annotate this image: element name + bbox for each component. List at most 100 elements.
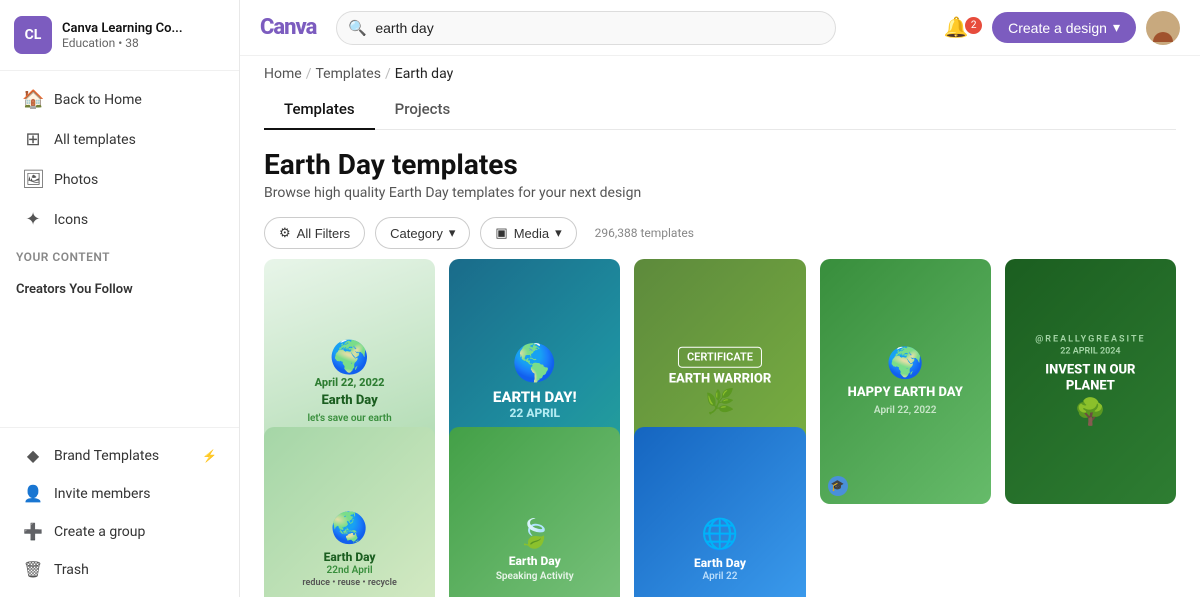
filter-category[interactable]: Category ▾ — [375, 217, 470, 249]
globe-icon: 🌍 — [281, 338, 419, 376]
home-icon: 🏠 — [22, 89, 44, 110]
breadcrumb: Home / Templates / Earth day — [240, 56, 1200, 82]
card-title: Happy Earth Day ... — [830, 469, 981, 483]
template-card[interactable]: 🌏 Earth Day 22nd April reduce • reuse • … — [264, 427, 435, 597]
sidebar-item-label: Photos — [54, 172, 98, 188]
template-card[interactable]: 🌍 HAPPY EARTH DAY April 22, 2022 🎓 Happy… — [820, 259, 991, 504]
filter-bar: ⚙ All Filters Category ▾ ▣ Media ▾ 296,3… — [240, 205, 1200, 259]
invite-icon: 👤 — [22, 484, 44, 503]
brand-icon: ◆ — [22, 446, 44, 465]
tab-projects[interactable]: Projects — [375, 90, 471, 130]
sidebar-nav: 🏠 Back to Home ⊞ All templates 🖼 Photos … — [0, 71, 239, 427]
chevron-down-icon: ▾ — [555, 225, 562, 241]
filter-label: All Filters — [297, 226, 350, 241]
topbar: Canva 🔍 🔔 2 Create a design ▾ — [240, 0, 1200, 56]
sidebar-profile[interactable]: CL Canva Learning Co... Education • 38 — [0, 0, 239, 71]
main-area: Canva 🔍 🔔 2 Create a design ▾ — [240, 0, 1200, 597]
org-name: Canva Learning Co... — [62, 21, 225, 36]
chevron-down-icon: ▾ — [1113, 19, 1120, 36]
filter-media-icon: ▣ — [495, 225, 507, 241]
sidebar-bottom: ◆ Brand Templates ⚡ 👤 Invite members ➕ C… — [0, 427, 239, 597]
sidebar-item-label: All templates — [54, 132, 136, 148]
chevron-down-icon: ▾ — [449, 225, 456, 241]
template-grid: 🌍 April 22, 2022 Earth Day let's save ou… — [240, 259, 1200, 597]
card-inner: 🌍 HAPPY EARTH DAY April 22, 2022 — [828, 338, 982, 424]
card-inner: 🌎 EARTH DAY! 22 APRIL — [458, 334, 612, 428]
sidebar-item-label: Back to Home — [54, 92, 142, 108]
card-inner: 🌍 April 22, 2022 Earth Day let's save ou… — [273, 330, 427, 432]
template-card[interactable]: 🍃 Earth Day Speaking Activity 🎓 Earth Da… — [449, 427, 620, 597]
creators-follow-label: Creators You Follow — [0, 268, 239, 301]
your-content-label: Your Content — [0, 240, 239, 268]
sidebar-item-back-home[interactable]: 🏠 Back to Home — [6, 80, 233, 119]
page-title: Earth Day templates — [264, 148, 1176, 181]
sidebar-item-label: Icons — [54, 212, 88, 228]
globe-icon: 🌏 — [281, 511, 419, 546]
template-card[interactable]: @REALLYGREASITE 22 APRIL 2024 INVEST IN … — [1005, 259, 1176, 504]
sidebar-item-label: Invite members — [54, 486, 150, 502]
sidebar-item-label: Trash — [54, 562, 89, 578]
search-bar: 🔍 — [336, 11, 836, 45]
card-inner: 🍃 Earth Day Speaking Activity — [458, 509, 612, 589]
breadcrumb-templates[interactable]: Templates — [315, 66, 381, 82]
sidebar-item-create-group[interactable]: ➕ Create a group — [6, 513, 233, 550]
create-group-icon: ➕ — [22, 522, 44, 541]
app-logo: Canva — [260, 15, 316, 40]
breadcrumb-current: Earth day — [395, 66, 453, 82]
page-subtitle: Browse high quality Earth Day templates … — [264, 185, 1176, 201]
main-content: Home / Templates / Earth day Templates P… — [240, 56, 1200, 597]
grid-icon: ⊞ — [22, 129, 44, 150]
profile-info: Canva Learning Co... Education • 38 — [62, 21, 225, 50]
sidebar-item-invite-members[interactable]: 👤 Invite members — [6, 475, 233, 512]
section-tabs: Templates Projects — [264, 90, 1176, 130]
globe-icon: 🌍 — [836, 346, 974, 381]
trash-icon: 🗑 — [22, 560, 44, 579]
character-icon: 🌳 — [1021, 398, 1159, 428]
card-inner: 🌐 Earth Day April 22 — [643, 509, 797, 589]
photos-icon: 🖼 — [22, 169, 44, 190]
sidebar: CL Canva Learning Co... Education • 38 🏠… — [0, 0, 240, 597]
create-design-label: Create a design — [1008, 20, 1107, 36]
card-inner: @REALLYGREASITE 22 APRIL 2024 INVEST IN … — [1013, 327, 1167, 436]
card-subtitle: Instagram Post by In... — [1015, 483, 1166, 496]
notification-badge: 2 — [965, 17, 982, 34]
breadcrumb-sep-2: / — [385, 66, 391, 82]
card-inner: 🌏 Earth Day 22nd April reduce • reuse • … — [273, 503, 427, 595]
sidebar-item-trash[interactable]: 🗑 Trash — [6, 551, 233, 588]
globe-icon: 🌐 — [651, 517, 789, 552]
sidebar-item-all-templates[interactable]: ⊞ All templates — [6, 120, 233, 159]
sidebar-item-brand-templates[interactable]: ◆ Brand Templates ⚡ — [6, 437, 233, 474]
sidebar-item-icons[interactable]: ✦ Icons — [6, 200, 233, 239]
sidebar-item-label: Brand Templates — [54, 448, 159, 464]
tab-templates[interactable]: Templates — [264, 90, 375, 130]
page-heading: Earth Day templates Browse high quality … — [240, 130, 1200, 205]
card-title: Retro Vintage Ear... — [1015, 469, 1166, 483]
breadcrumb-sep-1: / — [306, 66, 312, 82]
search-icon: 🔍 — [348, 19, 367, 37]
icons-icon: ✦ — [22, 209, 44, 230]
card-image: 🍃 Earth Day Speaking Activity — [449, 427, 620, 597]
card-inner: CERTIFICATE EARTH WARRIOR 🌿 — [643, 339, 797, 424]
card-image: 🌏 Earth Day 22nd April reduce • reuse • … — [264, 427, 435, 597]
globe-icon: 🌿 — [651, 388, 789, 416]
leaf-icon: 🍃 — [466, 517, 604, 550]
topbar-right: 🔔 2 Create a design ▾ — [939, 11, 1180, 45]
filter-media-label: Media — [514, 226, 549, 241]
card-subtitle: Flyer by cozz_design — [830, 483, 981, 496]
filter-icon: ⚙ — [279, 225, 291, 241]
breadcrumb-home[interactable]: Home — [264, 66, 302, 82]
user-avatar[interactable] — [1146, 11, 1180, 45]
org-sub: Education • 38 — [62, 36, 225, 50]
sidebar-item-photos[interactable]: 🖼 Photos — [6, 160, 233, 199]
avatar: CL — [14, 16, 52, 54]
create-design-button[interactable]: Create a design ▾ — [992, 12, 1136, 43]
globe-icon: 🌎 — [466, 342, 604, 384]
template-count: 296,388 templates — [595, 226, 694, 240]
filter-media[interactable]: ▣ Media ▾ — [480, 217, 576, 249]
search-input[interactable] — [336, 11, 836, 45]
template-card[interactable]: 🌐 Earth Day April 22 Earth Day Blue Inst… — [634, 427, 805, 597]
filter-all-filters[interactable]: ⚙ All Filters — [264, 217, 365, 249]
card-image: 🌐 Earth Day April 22 — [634, 427, 805, 597]
filter-category-label: Category — [390, 226, 443, 241]
sidebar-item-label: Create a group — [54, 524, 145, 540]
